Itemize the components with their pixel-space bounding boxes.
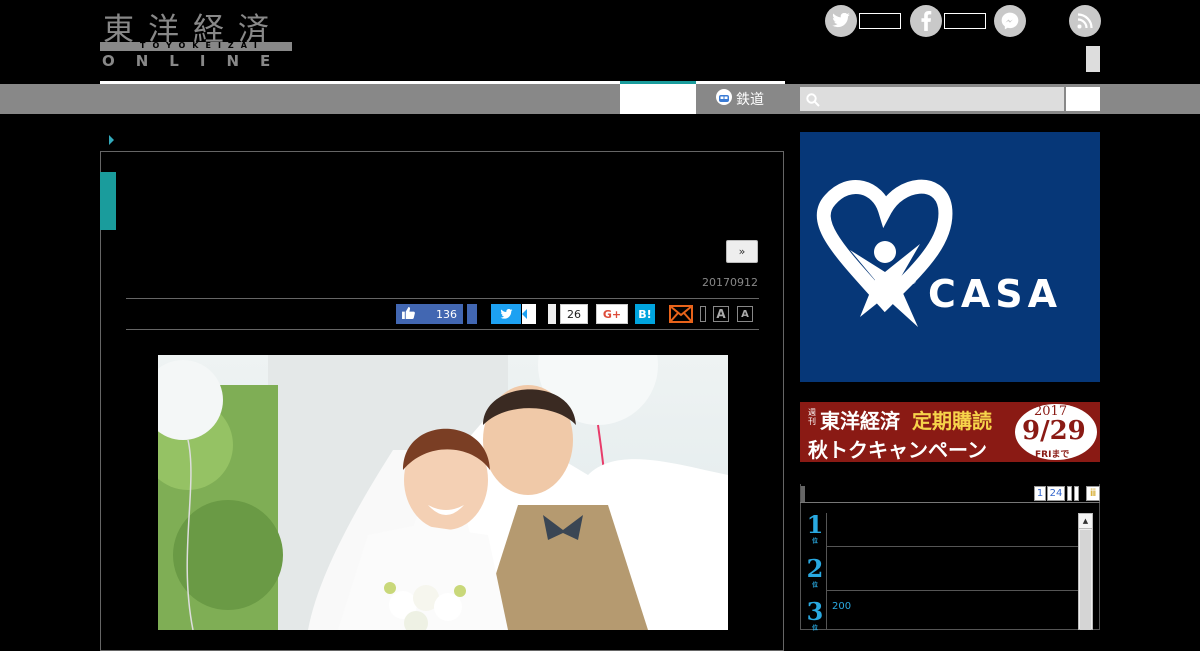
rank-1-suffix: 位 <box>811 538 818 545</box>
header-side-box <box>1086 46 1100 72</box>
rank-1: 1 <box>806 510 824 539</box>
rank-3-suffix: 位 <box>811 625 818 632</box>
pocket-count: 26 <box>560 304 588 324</box>
ranking-tab-monthly[interactable] <box>1074 486 1079 501</box>
next-page-button[interactable]: » <box>726 240 758 263</box>
facebook-icon[interactable] <box>910 5 942 37</box>
messenger-icon[interactable] <box>994 5 1026 37</box>
rank-3: 3 <box>806 597 824 626</box>
article-date: 20170912 <box>702 276 758 289</box>
sub-ad-brand: 東洋経済 <box>820 409 900 433</box>
ranking-scroll-thumb[interactable] <box>1080 530 1091 630</box>
ranking-header-mark <box>801 486 805 502</box>
ranking-tab-weekly[interactable] <box>1067 486 1072 501</box>
pocket-button[interactable] <box>548 304 556 324</box>
like-count: 136 <box>436 307 457 321</box>
tweet-button[interactable] <box>491 304 521 324</box>
nav-tab-railway[interactable]: 鉄道 <box>696 84 786 114</box>
rank-2: 2 <box>806 554 824 583</box>
mail-icon[interactable] <box>669 305 693 323</box>
rank-2-suffix: 位 <box>811 582 818 589</box>
ranking-tab-extra[interactable]: ⅲ <box>1086 486 1100 501</box>
tweet-count-notch <box>522 309 527 319</box>
thumbs-up-icon <box>402 306 415 322</box>
facebook-count-box <box>944 13 986 29</box>
logo-romaji: TOYOKEIZAI <box>140 41 264 50</box>
ranking-header-line <box>800 502 1100 503</box>
ranking-separator <box>826 590 1078 591</box>
rss-icon[interactable] <box>1069 5 1101 37</box>
sub-ad-until: FRIまで <box>1035 450 1070 460</box>
ranking-item-3-number: 3 位 <box>806 600 824 632</box>
hatena-bookmark-button[interactable]: B! <box>635 304 655 324</box>
font-size-small-button[interactable]: A <box>737 306 753 322</box>
search-input[interactable] <box>800 87 1064 111</box>
train-icon <box>716 89 732 109</box>
share-divider-top <box>126 298 759 299</box>
facebook-share-button[interactable] <box>467 304 477 324</box>
print-button[interactable] <box>700 306 706 322</box>
ranking-tab-1h[interactable]: 1 <box>1034 486 1046 501</box>
logo-online: ONLINE <box>102 52 292 70</box>
nav-tab-active[interactable] <box>620 84 696 114</box>
casa-ad-banner[interactable]: CASA ® <box>800 132 1100 382</box>
ranking-item-3-title[interactable]: 200 <box>832 601 851 612</box>
sub-ad-title: 定期購読 <box>912 409 992 433</box>
font-size-large-button[interactable]: A <box>713 306 729 322</box>
share-divider-bottom <box>126 329 759 330</box>
google-plus-button[interactable]: G+ <box>596 304 628 324</box>
casa-ad-text: CASA <box>928 272 1063 316</box>
registered-mark-icon: ® <box>908 277 917 287</box>
twitter-count-box <box>859 13 901 29</box>
twitter-icon[interactable] <box>825 5 857 37</box>
ranking-item-2-number: 2 位 <box>806 557 824 589</box>
sub-ad-date: 9/29 <box>1022 416 1086 446</box>
ranking-item-1-number: 1 位 <box>806 513 824 545</box>
search-icon <box>806 92 820 111</box>
article-category-marker <box>100 172 116 230</box>
twitter-bird-icon <box>500 305 513 324</box>
nav-tab-railway-label: 鉄道 <box>736 92 764 108</box>
subscription-ad-banner[interactable]: 週刊 東洋経済 定期購読 秋トクキャンペーン 2017 9/29 FRIまで <box>800 402 1100 462</box>
article-photo <box>158 355 728 630</box>
scroll-up-arrow-icon[interactable]: ▲ <box>1079 514 1092 529</box>
ranking-divider <box>826 513 827 630</box>
breadcrumb-arrow-icon <box>109 135 114 145</box>
ranking-tab-24h[interactable]: 24 <box>1047 486 1065 501</box>
search-button[interactable] <box>1066 87 1100 111</box>
ranking-separator <box>826 546 1078 547</box>
sub-ad-campaign: 秋トクキャンペーン <box>808 438 987 462</box>
facebook-like-button[interactable]: 136 <box>396 304 463 324</box>
sub-ad-weekly: 週刊 <box>808 408 816 426</box>
